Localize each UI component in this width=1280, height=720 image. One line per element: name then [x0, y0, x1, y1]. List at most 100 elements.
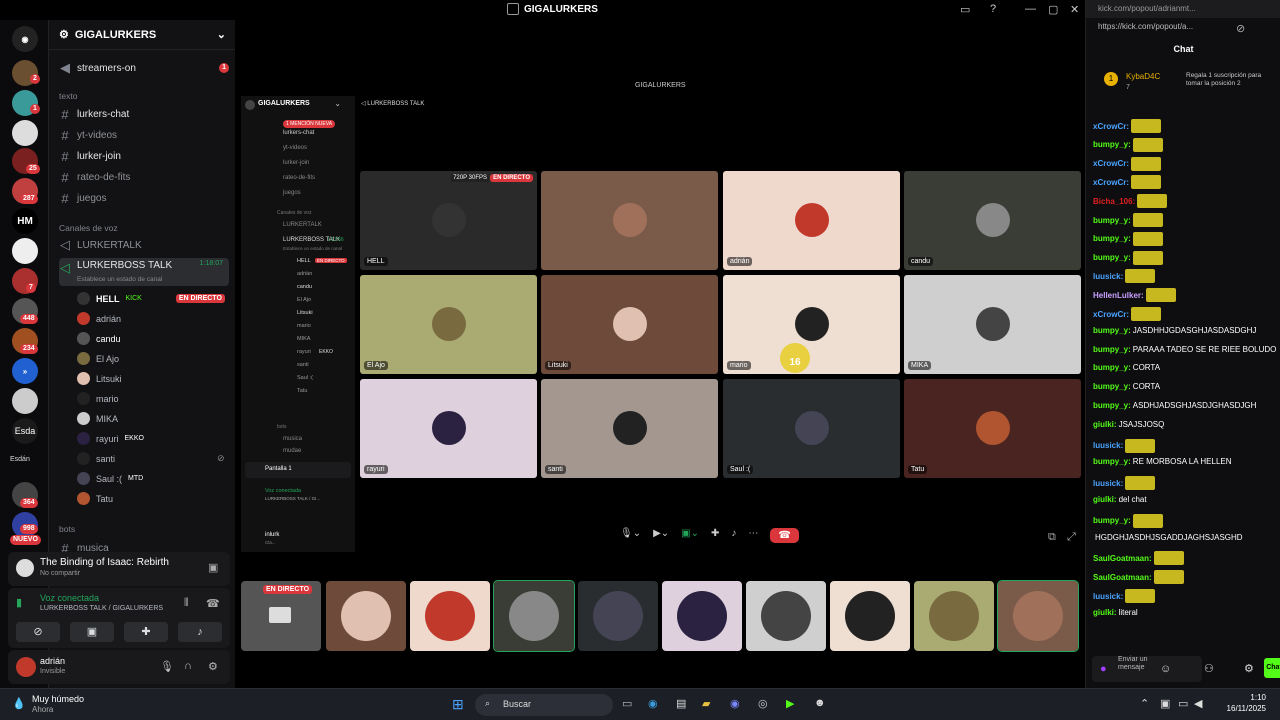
voice-path[interactable]: LURKERBOSS TALK / GIGALURKERS	[40, 605, 163, 612]
file-explorer-icon[interactable]: ▰	[702, 697, 710, 710]
chat-username[interactable]: bumpy_y:	[1093, 363, 1131, 372]
chat-username[interactable]: bumpy_y:	[1093, 216, 1131, 225]
voice-user[interactable]: rayuri EKKO	[77, 432, 144, 445]
close-button[interactable]: ✕	[1070, 3, 1079, 16]
voice-user[interactable]: Tatu	[77, 492, 113, 505]
headphones-icon[interactable]: ∩	[184, 660, 192, 672]
soundboard-button[interactable]: ♪	[178, 622, 222, 642]
minimize-button[interactable]: —	[1025, 3, 1036, 15]
edge-icon[interactable]: ◉	[648, 697, 658, 710]
activities-button[interactable]: ✚	[124, 622, 168, 642]
popout-icon[interactable]: ⧉	[1048, 531, 1056, 544]
chat-username[interactable]: luusick:	[1093, 272, 1123, 281]
chat-username[interactable]: giulki:	[1093, 495, 1117, 504]
disconnect-icon[interactable]: ☎	[206, 597, 220, 610]
voice-channel-lurkertalk[interactable]: ◁ LURKERTALK	[59, 236, 229, 254]
chat-username[interactable]: bumpy_y:	[1093, 516, 1131, 525]
camera-off-button[interactable]: ⊘	[16, 622, 60, 642]
clock-date[interactable]: 16/11/2025	[1210, 704, 1266, 713]
gear-icon[interactable]: ⚙	[208, 660, 218, 673]
participant-strip-tile[interactable]	[326, 581, 406, 651]
voice-user[interactable]: El Ajo	[77, 352, 119, 365]
chat-username[interactable]: luusick:	[1093, 592, 1123, 601]
chat-username[interactable]: bumpy_y:	[1093, 253, 1131, 262]
video-tile[interactable]: rayuri	[360, 379, 537, 478]
tray-app-icon[interactable]: ▣	[1160, 697, 1170, 710]
chat-username[interactable]: bumpy_y:	[1093, 326, 1131, 335]
chrome-icon[interactable]: ◎	[758, 697, 768, 710]
video-tile[interactable]: Saul :(	[723, 379, 900, 478]
chat-username[interactable]: xCrowCr:	[1093, 178, 1129, 187]
voice-user[interactable]: MIKA	[77, 412, 118, 425]
participant-strip-tile[interactable]	[410, 581, 490, 651]
server-icon[interactable]: HM	[12, 208, 38, 234]
eye-off-icon[interactable]: ⊘	[1236, 22, 1245, 35]
noise-icon[interactable]: ⫴	[184, 597, 189, 610]
chat-username[interactable]: xCrowCr:	[1093, 159, 1129, 168]
microphone-icon[interactable]: ●	[1100, 663, 1107, 675]
chat-username[interactable]: giulki:	[1093, 608, 1117, 617]
participant-strip-tile[interactable]	[746, 581, 826, 651]
chat-username[interactable]: bumpy_y:	[1093, 382, 1131, 391]
video-tile[interactable]	[541, 171, 718, 270]
disconnect-button[interactable]: ☎	[770, 528, 799, 543]
category-text[interactable]: texto	[59, 91, 77, 101]
video-tile[interactable]: adrián	[723, 171, 900, 270]
video-tile[interactable]: Litsuki	[541, 275, 718, 374]
video-tile[interactable]: candu	[904, 171, 1081, 270]
category-voice[interactable]: Canales de voz	[59, 223, 118, 233]
video-tile[interactable]: EN DIRECTO 720P 30FPS HELL	[360, 171, 537, 270]
weather-text[interactable]: Muy húmedo	[32, 694, 84, 704]
windows-start-icon[interactable]: ⊞	[452, 696, 464, 713]
help-icon[interactable]: ?	[990, 3, 996, 15]
voice-user[interactable]: Litsuki	[77, 372, 122, 385]
send-button[interactable]: Chat	[1264, 658, 1280, 678]
gear-icon[interactable]: ⚙	[1244, 662, 1254, 675]
participant-strip-tile[interactable]	[578, 581, 658, 651]
video-tile[interactable]: mario	[723, 275, 900, 374]
avatar[interactable]	[16, 657, 36, 677]
taskbar-search[interactable]: ⌕ Buscar	[475, 694, 613, 716]
address-bar[interactable]: https://kick.com/popout/a...	[1098, 22, 1252, 36]
chat-username[interactable]: luusick:	[1093, 479, 1123, 488]
chat-username[interactable]: bumpy_y:	[1093, 401, 1131, 410]
participant-strip-tile[interactable]	[914, 581, 994, 651]
video-tile[interactable]: MIKA	[904, 275, 1081, 374]
voice-user[interactable]: Saul :(MTD	[77, 472, 143, 485]
channel-yt-videos[interactable]: # yt-videos	[59, 126, 229, 144]
screen-share-icon[interactable]: ▣	[208, 561, 218, 574]
chat-username[interactable]: bumpy_y:	[1093, 140, 1131, 149]
video-tile[interactable]: santi	[541, 379, 718, 478]
chat-username[interactable]: SaulGoatmaan:	[1093, 554, 1152, 563]
chat-username[interactable]: giulki:	[1093, 420, 1117, 429]
new-mention-badge[interactable]: 1 MENCIÓN NUEVA	[283, 120, 336, 128]
clock-time[interactable]: 1:10	[1210, 693, 1266, 702]
server-icon[interactable]	[12, 120, 38, 146]
voice-user-hell[interactable]: HELL KICK EN DIRECTO	[77, 292, 225, 305]
emote-row[interactable]	[1092, 636, 1277, 652]
participant-strip-tile[interactable]	[662, 581, 742, 651]
chat-username[interactable]: xCrowCr:	[1093, 122, 1129, 131]
server-icon[interactable]	[12, 238, 38, 264]
voice-user[interactable]: mario	[77, 392, 119, 405]
chat-input[interactable]: ● Enviar un mensaje ☺	[1092, 656, 1202, 682]
video-tile[interactable]: Tatu	[904, 379, 1081, 478]
voice-user[interactable]: candu	[77, 332, 121, 345]
microphone-icon[interactable]: 🎙	[160, 660, 174, 673]
category-bots[interactable]: bots	[59, 524, 75, 534]
tray-chevron-icon[interactable]: ⌃	[1140, 697, 1149, 710]
task-view-icon[interactable]: ▭	[622, 697, 632, 710]
microphone-icon[interactable]: 🎙⌄	[620, 528, 641, 543]
participant-strip-tile[interactable]	[997, 580, 1079, 652]
volume-icon[interactable]: ◀	[1194, 697, 1202, 710]
video-tile[interactable]: El Ajo	[360, 275, 537, 374]
participant-strip-tile[interactable]	[493, 580, 575, 652]
chat-username[interactable]: Bicha_106:	[1093, 197, 1135, 206]
users-icon[interactable]: ⚇	[1204, 662, 1214, 675]
store-icon[interactable]: ▤	[676, 697, 686, 710]
maximize-button[interactable]: ▢	[1048, 3, 1058, 16]
activities-icon[interactable]: ✚	[711, 528, 719, 543]
channel-lurkers-chat[interactable]: # lurkers-chat	[59, 105, 229, 123]
server-icon[interactable]: »	[12, 358, 38, 384]
voice-user[interactable]: adrián	[77, 312, 121, 325]
